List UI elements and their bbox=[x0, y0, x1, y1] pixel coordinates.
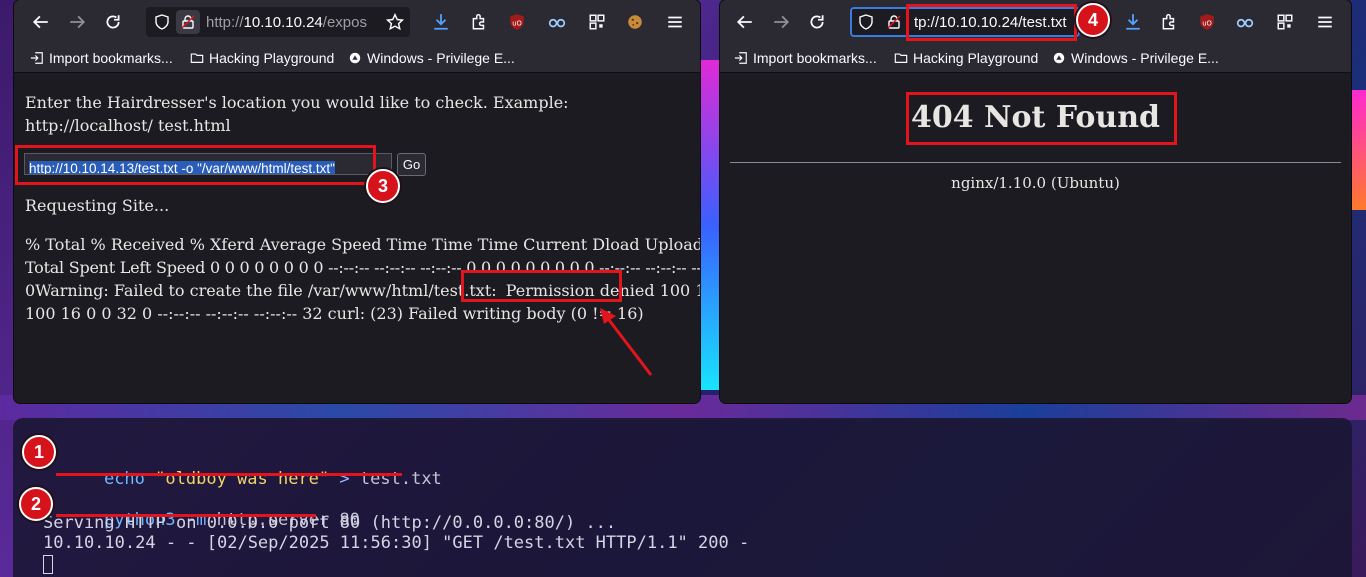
annotation-box-url bbox=[906, 4, 1077, 41]
glasses-extension-icon[interactable] bbox=[1232, 9, 1258, 35]
annotation-arrow bbox=[600, 308, 653, 376]
annotation-box-404 bbox=[906, 92, 1177, 145]
menu-icon[interactable] bbox=[1312, 9, 1338, 35]
glasses-extension-icon[interactable] bbox=[544, 9, 570, 35]
cookie-icon[interactable] bbox=[622, 9, 648, 35]
curl-output-line: % Total % Received % Xferd Average Speed… bbox=[25, 235, 700, 254]
bookmark-import[interactable]: Import bookmarks... bbox=[734, 50, 877, 66]
terminal-window[interactable]: echo "oldboy was here" > test.txt python… bbox=[13, 418, 1352, 577]
address-bar[interactable]: http://10.10.10.24/expos bbox=[146, 7, 410, 37]
curl-output-line: 100 16 0 0 32 0 --:--:-- --:--:-- --:--:… bbox=[25, 304, 644, 323]
folder-icon bbox=[190, 53, 204, 63]
import-icon bbox=[30, 52, 43, 64]
annotation-box-input bbox=[15, 145, 376, 185]
bookmarks-toolbar: Import bookmarks... Hacking Playground W… bbox=[14, 45, 700, 73]
go-button[interactable]: Go bbox=[397, 153, 426, 176]
insecure-lock-icon[interactable] bbox=[176, 10, 200, 34]
site-icon bbox=[1053, 52, 1065, 64]
bookmark-star-icon[interactable] bbox=[382, 9, 408, 35]
annotation-step-4: 4 bbox=[1076, 3, 1110, 37]
reload-icon[interactable] bbox=[100, 9, 126, 35]
extensions-icon[interactable] bbox=[1156, 9, 1182, 35]
bookmark-windows-privesc[interactable]: Windows - Privilege E... bbox=[1052, 50, 1219, 66]
back-icon[interactable] bbox=[28, 9, 54, 35]
terminal-cursor bbox=[43, 555, 53, 574]
annotation-step-2: 2 bbox=[19, 487, 53, 521]
svg-text:uO: uO bbox=[512, 19, 522, 27]
downloads-icon[interactable] bbox=[1120, 9, 1146, 35]
divider bbox=[730, 162, 1341, 163]
reload-icon[interactable] bbox=[804, 9, 830, 35]
back-icon[interactable] bbox=[732, 9, 758, 35]
annotation-underline-echo bbox=[56, 473, 402, 476]
bookmark-hacking-playground[interactable]: Hacking Playground bbox=[190, 50, 334, 66]
wallpaper-streak bbox=[1352, 90, 1366, 210]
terminal-output-line: 10.10.10.24 - - [02/Sep/2025 11:56:30] "… bbox=[43, 533, 750, 553]
shield-icon[interactable] bbox=[854, 10, 878, 34]
bookmarks-toolbar: Import bookmarks... Hacking Playground W… bbox=[720, 45, 1351, 73]
annotation-underline-python bbox=[56, 514, 316, 517]
downloads-icon[interactable] bbox=[428, 9, 454, 35]
bookmark-windows-privesc[interactable]: Windows - Privilege E... bbox=[348, 50, 515, 66]
url-text[interactable]: http://10.10.10.24/expos bbox=[200, 14, 367, 31]
annotation-box-permission-denied bbox=[461, 270, 622, 302]
forward-icon[interactable] bbox=[768, 9, 794, 35]
right-browser-window: tp://10.10.10.24/test.txt uO Import book… bbox=[720, 0, 1351, 403]
ublock-icon[interactable]: uO bbox=[1194, 9, 1220, 35]
wallpaper-streak bbox=[700, 60, 720, 390]
requesting-text: Requesting Site... bbox=[25, 196, 170, 215]
browser-toolbar: http://10.10.10.24/expos uO bbox=[14, 0, 700, 45]
bookmark-import[interactable]: Import bookmarks... bbox=[30, 50, 173, 66]
menu-icon[interactable] bbox=[662, 9, 688, 35]
forward-icon[interactable] bbox=[64, 9, 90, 35]
shield-icon[interactable] bbox=[150, 10, 174, 34]
bookmark-hacking-playground[interactable]: Hacking Playground bbox=[894, 50, 1038, 66]
qr-code-icon[interactable] bbox=[1272, 9, 1298, 35]
annotation-step-1: 1 bbox=[22, 435, 56, 469]
svg-text:uO: uO bbox=[1202, 19, 1212, 27]
site-icon bbox=[349, 52, 361, 64]
annotation-step-3: 3 bbox=[366, 169, 400, 203]
import-icon bbox=[734, 52, 747, 64]
folder-icon bbox=[894, 53, 908, 63]
prompt-text: Enter the Hairdresser's location you wou… bbox=[25, 93, 569, 135]
qr-code-icon[interactable] bbox=[584, 9, 610, 35]
server-signature: nginx/1.10.0 (Ubuntu) bbox=[951, 174, 1120, 192]
insecure-lock-icon[interactable] bbox=[882, 10, 906, 34]
ublock-icon[interactable]: uO bbox=[504, 9, 530, 35]
extensions-icon[interactable] bbox=[466, 9, 492, 35]
